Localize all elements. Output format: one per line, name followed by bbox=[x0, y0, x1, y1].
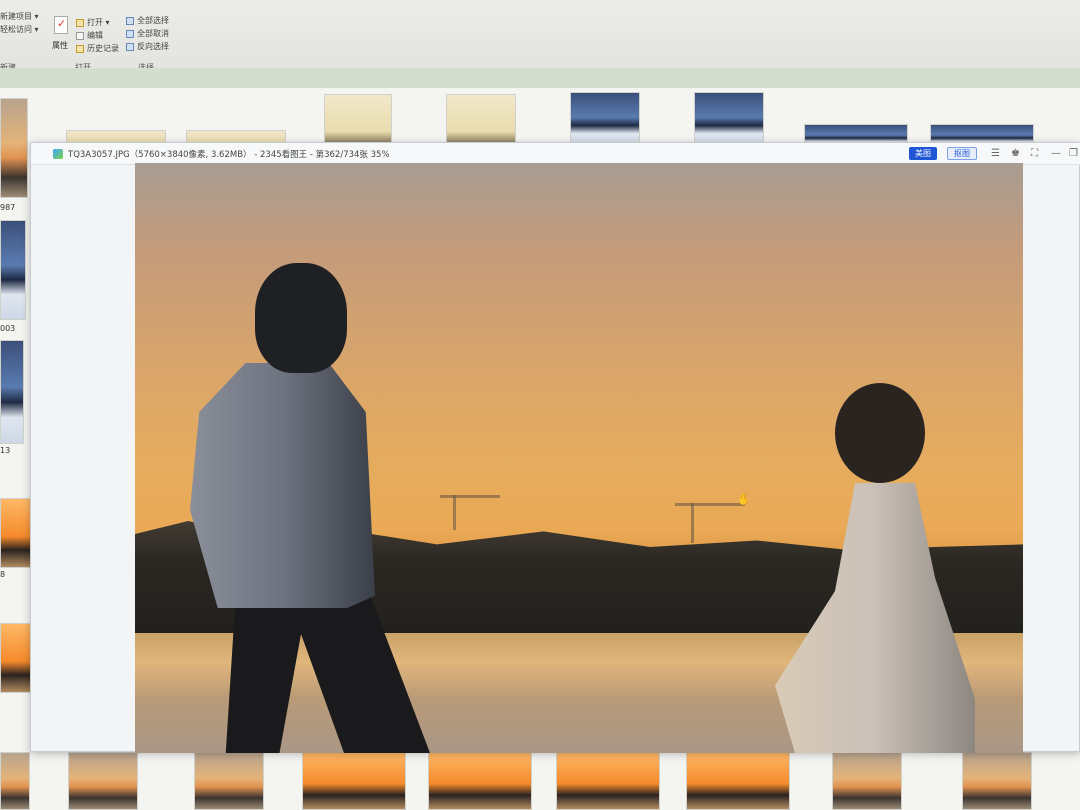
edit-button[interactable]: 编辑 bbox=[76, 29, 119, 42]
app-logo-icon bbox=[53, 148, 63, 159]
photo-canvas[interactable]: ✋ bbox=[135, 163, 1023, 753]
edit-label: 编辑 bbox=[87, 31, 103, 40]
thumbnail[interactable] bbox=[686, 752, 790, 810]
minimize-icon[interactable]: — bbox=[1051, 147, 1061, 160]
new-item-button[interactable]: 新建项目 ▾ bbox=[0, 10, 39, 23]
thumbnail[interactable] bbox=[0, 623, 32, 693]
open-button[interactable]: 打开 ▾ bbox=[76, 16, 119, 29]
photo-crane bbox=[440, 495, 500, 498]
ribbon-toolbar: 新建项目 ▾ 轻松访问 ▾ 新建 属性 打开 ▾ 编辑 历史记录 打开 全部选择… bbox=[0, 0, 1080, 78]
invert-selection-button[interactable]: 反向选择 bbox=[126, 40, 169, 53]
thumbnail[interactable] bbox=[0, 98, 28, 198]
thumbnail[interactable] bbox=[302, 752, 406, 810]
skin-icon[interactable]: ♚ bbox=[1011, 147, 1020, 160]
select-all-button[interactable]: 全部选择 bbox=[126, 14, 169, 27]
select-none-label: 全部取消 bbox=[137, 29, 169, 38]
restore-icon[interactable]: ❐ bbox=[1069, 147, 1078, 160]
thumbnail[interactable] bbox=[962, 752, 1032, 810]
koutu-button[interactable]: 抠图 bbox=[947, 147, 977, 160]
thumbnail[interactable] bbox=[68, 752, 138, 810]
history-icon bbox=[76, 44, 84, 53]
thumbnail[interactable] bbox=[556, 752, 660, 810]
ribbon-group-select: 全部选择 全部取消 反向选择 bbox=[126, 14, 169, 53]
image-viewer-window: TQ3A3057.JPG（5760×3840像素, 3.62MB） - 2345… bbox=[30, 142, 1080, 753]
thumbnail[interactable] bbox=[428, 752, 532, 810]
open-icon bbox=[76, 18, 84, 27]
properties-icon[interactable] bbox=[54, 16, 68, 34]
photo-man-head bbox=[255, 263, 347, 373]
edit-icon bbox=[76, 31, 84, 40]
thumbnail[interactable] bbox=[324, 94, 392, 148]
fullscreen-icon[interactable]: ⛶ bbox=[1031, 147, 1038, 160]
history-button[interactable]: 历史记录 bbox=[76, 42, 119, 55]
easy-access-button[interactable]: 轻松访问 ▾ bbox=[0, 23, 39, 36]
thumbnail-label: 13 bbox=[0, 446, 11, 455]
thumbnail[interactable] bbox=[194, 752, 264, 810]
meitu-button[interactable]: 美图 bbox=[909, 147, 937, 160]
thumbnail-label: 003 bbox=[0, 324, 16, 333]
easy-access-label: 轻松访问 ▾ bbox=[0, 25, 39, 34]
thumbnail[interactable] bbox=[446, 94, 516, 148]
invert-selection-label: 反向选择 bbox=[137, 42, 169, 51]
invert-selection-icon bbox=[126, 42, 134, 51]
menu-icon[interactable]: ☰ bbox=[991, 147, 1000, 160]
photo-crane bbox=[691, 503, 694, 543]
ribbon-group-open: 打开 ▾ 编辑 历史记录 bbox=[76, 16, 119, 55]
select-all-label: 全部选择 bbox=[137, 16, 169, 25]
thumbnail-label: 8 bbox=[0, 570, 6, 579]
history-label: 历史记录 bbox=[87, 44, 119, 53]
thumbnail[interactable] bbox=[0, 340, 24, 444]
properties-button[interactable]: 属性 bbox=[52, 40, 68, 51]
photo-woman-head bbox=[835, 383, 925, 483]
thumbnail[interactable] bbox=[0, 752, 30, 810]
thumbnail[interactable] bbox=[570, 92, 640, 148]
thumbnail[interactable] bbox=[0, 220, 26, 320]
new-item-label: 新建项目 ▾ bbox=[0, 12, 39, 21]
select-none-button[interactable]: 全部取消 bbox=[126, 27, 169, 40]
thumbnail[interactable] bbox=[832, 752, 902, 810]
open-label: 打开 ▾ bbox=[87, 18, 110, 27]
photo-crane bbox=[675, 503, 745, 506]
thumbnail[interactable] bbox=[694, 92, 764, 148]
ribbon-group-new: 新建项目 ▾ 轻松访问 ▾ bbox=[0, 10, 39, 36]
ribbon-divider bbox=[0, 68, 1080, 88]
photo-crane bbox=[453, 495, 456, 530]
select-all-icon bbox=[126, 16, 134, 25]
thumbnail-label: 987 bbox=[0, 203, 16, 212]
hand-cursor-icon: ✋ bbox=[737, 493, 751, 506]
photo-man-body bbox=[190, 363, 375, 608]
select-none-icon bbox=[126, 29, 134, 38]
viewer-title: TQ3A3057.JPG（5760×3840像素, 3.62MB） - 2345… bbox=[68, 149, 390, 160]
